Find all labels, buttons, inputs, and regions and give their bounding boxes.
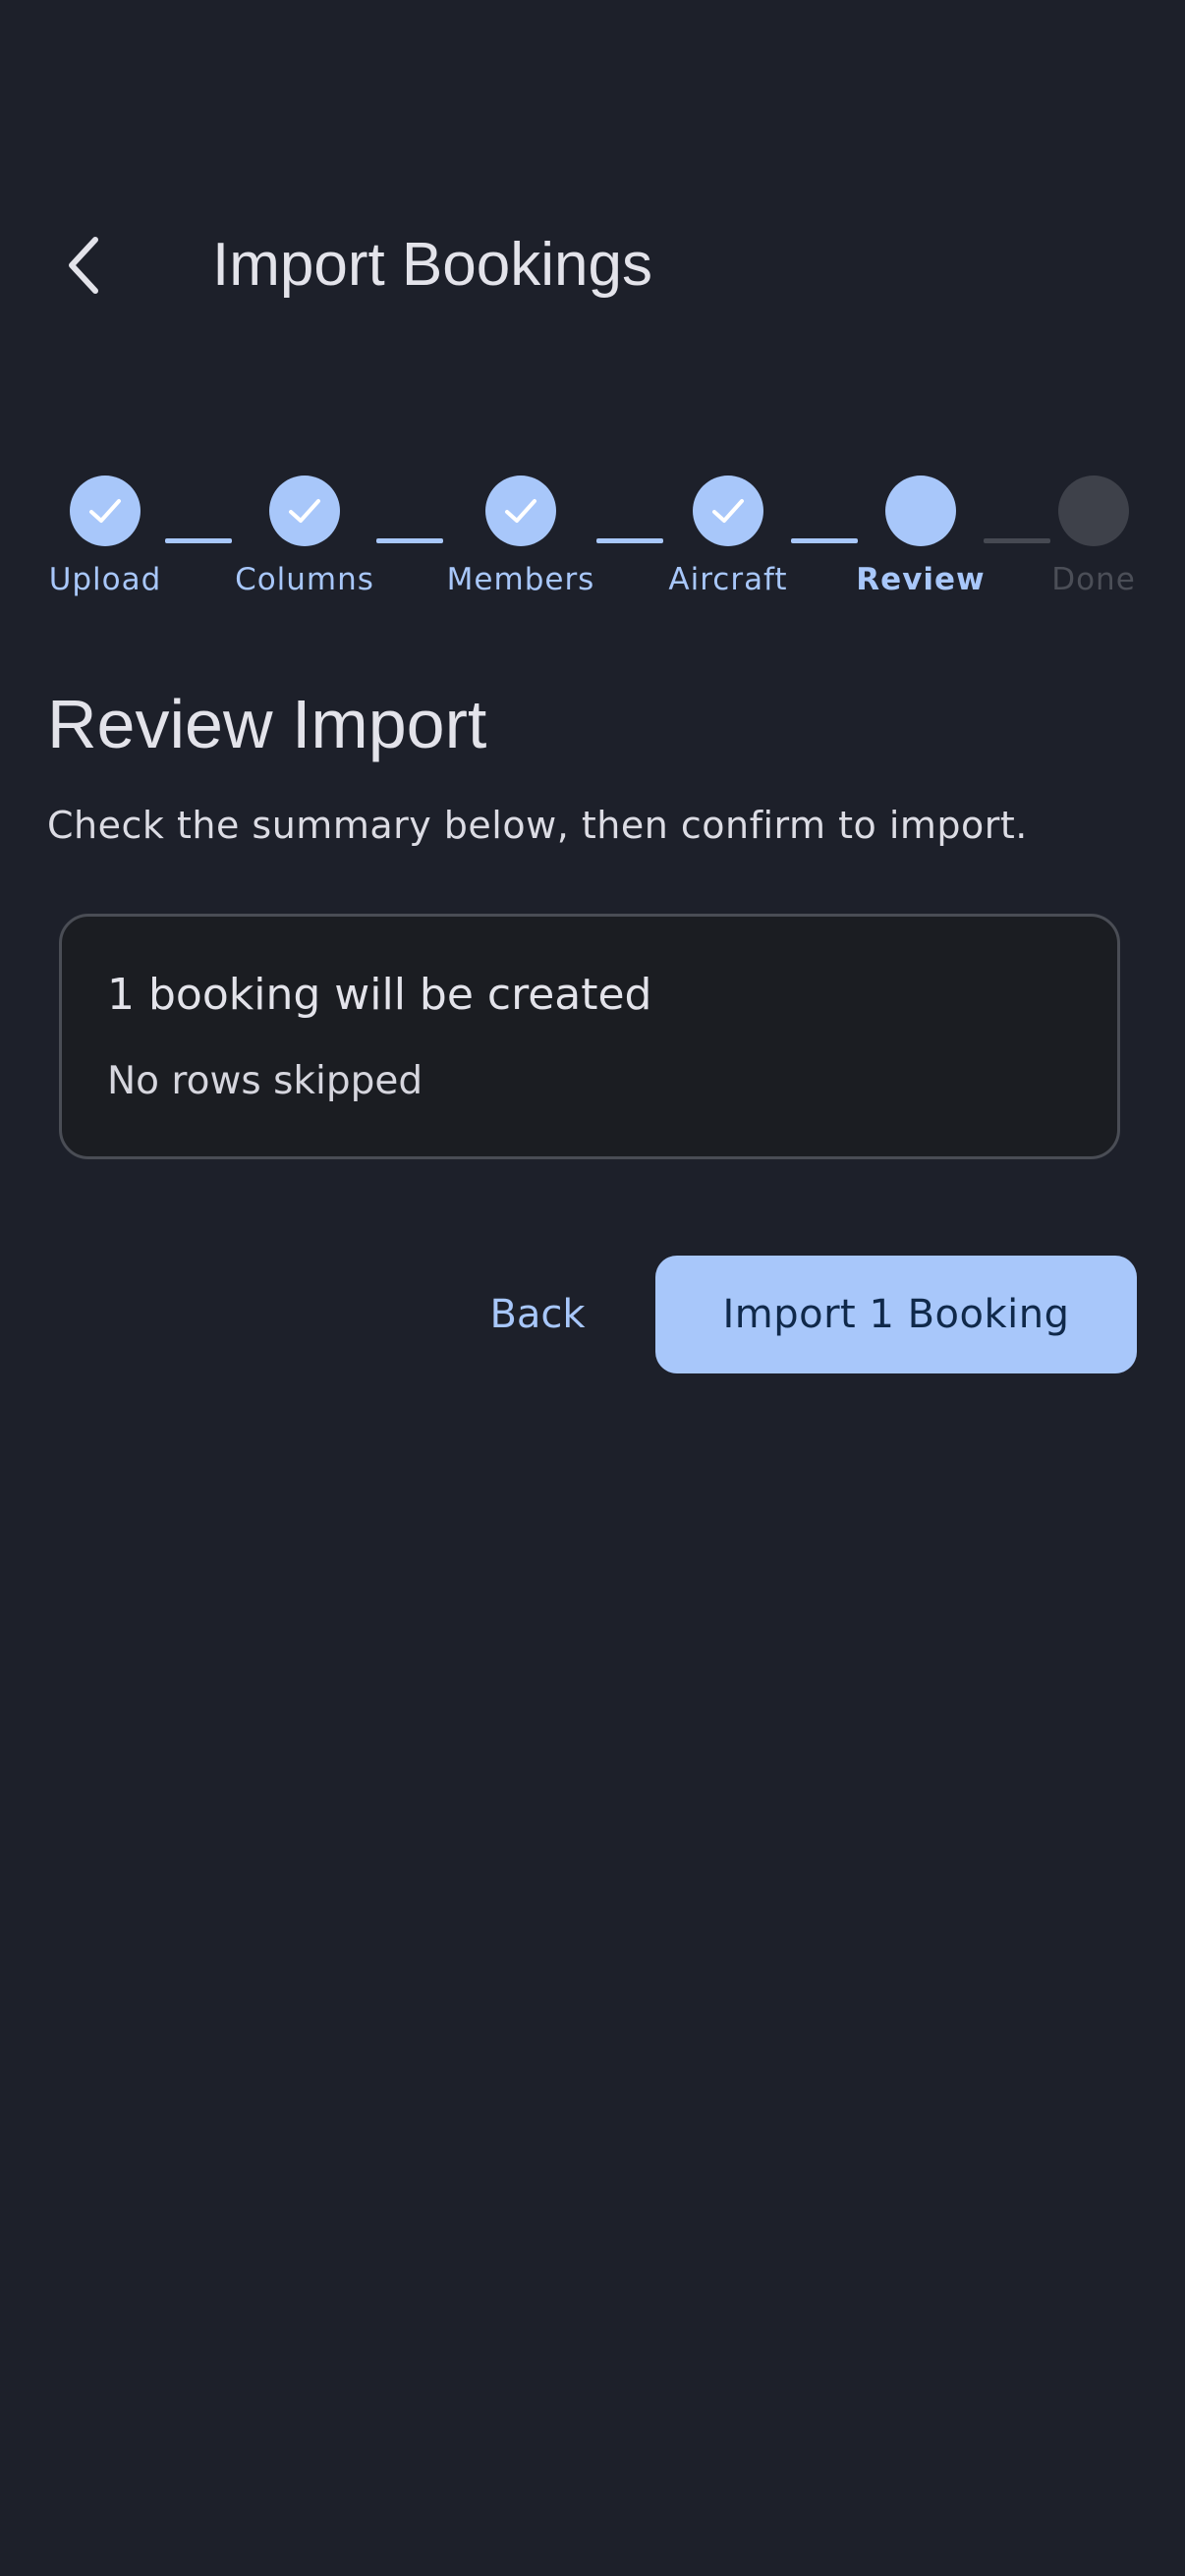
step-indicator [885, 476, 956, 546]
step-members: Members [447, 476, 594, 599]
import-summary-card: 1 booking will be created No rows skippe… [59, 914, 1120, 1159]
step-label: Members [446, 562, 595, 597]
top-app-bar: Import Bookings [0, 196, 1185, 334]
step-indicator [485, 476, 556, 546]
import-bookings-button[interactable]: Import 1 Booking [655, 1256, 1137, 1373]
step-done: Done [1020, 476, 1167, 599]
step-label: Upload [48, 562, 162, 597]
rows-skipped-summary: No rows skipped [107, 1059, 423, 1103]
step-label: Columns [235, 562, 374, 597]
section-title: Review Import [47, 686, 487, 762]
step-connector [376, 538, 443, 543]
step-review: Review [847, 476, 994, 599]
check-icon [289, 499, 320, 523]
check-icon [505, 499, 536, 523]
bookings-created-summary: 1 booking will be created [107, 970, 652, 1020]
import-bookings-screen: Import Bookings Upload Columns Members A… [0, 0, 1185, 2576]
step-indicator [693, 476, 763, 546]
page-title: Import Bookings [212, 231, 652, 299]
back-navigation-button[interactable] [39, 221, 128, 309]
chevron-left-icon [69, 237, 98, 294]
step-upload: Upload [31, 476, 179, 599]
import-stepper: Upload Columns Members Aircraft Review D… [0, 476, 1185, 613]
step-aircraft: Aircraft [654, 476, 802, 599]
step-indicator [1058, 476, 1129, 546]
step-label: Review [856, 562, 986, 597]
check-icon [712, 499, 744, 523]
check-icon [89, 499, 121, 523]
step-indicator [269, 476, 340, 546]
back-button[interactable]: Back [452, 1256, 623, 1373]
step-label: Done [1051, 562, 1136, 597]
step-indicator [70, 476, 141, 546]
step-columns: Columns [231, 476, 378, 599]
step-connector [596, 538, 663, 543]
section-subtitle: Check the summary below, then confirm to… [47, 804, 1028, 847]
step-label: Aircraft [668, 562, 788, 597]
